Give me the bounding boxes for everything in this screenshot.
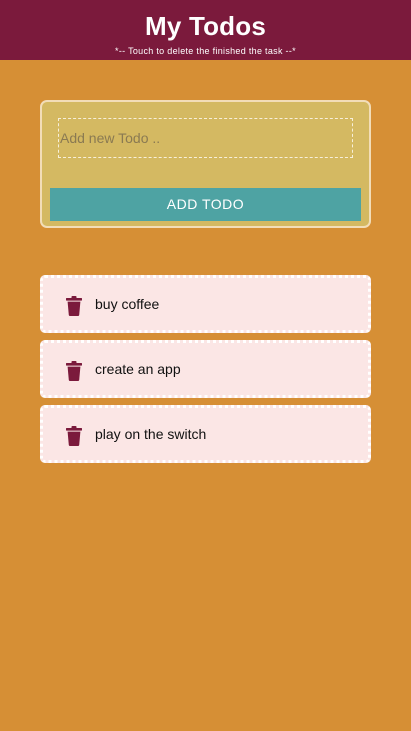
- trash-icon[interactable]: [66, 361, 82, 381]
- page-subtitle: *-- Touch to delete the finished the tas…: [115, 46, 296, 56]
- todo-item[interactable]: buy coffee: [40, 275, 371, 333]
- todo-item[interactable]: play on the switch: [40, 405, 371, 463]
- add-todo-button[interactable]: ADD TODO: [50, 188, 361, 221]
- todo-text: play on the switch: [95, 426, 207, 442]
- todo-item[interactable]: create an app: [40, 340, 371, 398]
- todo-text: create an app: [95, 361, 181, 377]
- trash-icon[interactable]: [66, 296, 82, 316]
- new-todo-input[interactable]: [58, 118, 353, 158]
- app-header: My Todos *-- Touch to delete the finishe…: [0, 0, 411, 60]
- todo-list: buy coffee create an app play on the swi…: [40, 275, 371, 470]
- page-title: My Todos: [145, 11, 266, 41]
- trash-icon[interactable]: [66, 426, 82, 446]
- todo-text: buy coffee: [95, 296, 160, 312]
- add-todo-form: ADD TODO: [40, 100, 371, 228]
